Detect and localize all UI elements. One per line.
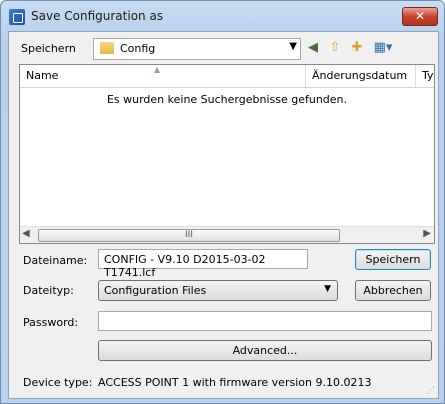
sort-arrow-icon: ▲ <box>154 65 161 74</box>
save-button[interactable]: Speichern <box>355 249 431 270</box>
chevron-down-icon: ▼ <box>324 284 331 294</box>
scroll-right-icon[interactable]: ▶ <box>423 228 431 239</box>
title-bar[interactable]: Save Configuration as ✕ <box>1 1 444 31</box>
password-field[interactable] <box>98 311 432 331</box>
column-name[interactable]: Name <box>20 65 304 87</box>
filetype-label: Dateityp: <box>23 284 74 297</box>
column-type[interactable]: Ty <box>416 65 434 87</box>
resize-grip-icon[interactable]: ⋰ <box>426 386 436 396</box>
filename-label: Dateiname: <box>23 254 88 267</box>
view-menu-icon[interactable]: ▦▾ <box>371 40 395 56</box>
device-type-label: Device type: <box>23 376 93 389</box>
up-folder-icon[interactable]: ⇧ <box>327 40 343 56</box>
password-label: Password: <box>23 316 79 329</box>
advanced-button[interactable]: Advanced... <box>98 340 432 361</box>
filename-value: CONFIG - V9.10 D2015-03-02 T1741.lcf <box>104 253 266 279</box>
new-folder-icon[interactable]: ✚ <box>349 40 365 56</box>
dialog-body: Speichern Config ▼ ◀ ⇧ ✚ ▦▾ Name ▲ Änder… <box>8 31 439 399</box>
filename-field[interactable]: CONFIG - V9.10 D2015-03-02 T1741.lcf <box>98 249 308 279</box>
window-title: Save Configuration as <box>31 9 164 23</box>
filetype-select[interactable]: Configuration Files ▼ <box>98 280 338 301</box>
device-type-value: ACCESS POINT 1 with firmware version 9.1… <box>98 376 372 389</box>
cancel-button[interactable]: Abbrechen <box>355 280 431 301</box>
save-in-label: Speichern <box>21 42 76 55</box>
back-icon[interactable]: ◀ <box>305 40 321 56</box>
folder-combo[interactable]: Config ▼ <box>93 38 301 60</box>
chevron-down-icon[interactable]: ▼ <box>289 41 297 52</box>
folder-name: Config <box>120 42 156 55</box>
column-modified[interactable]: Änderungsdatum <box>306 65 412 87</box>
list-header: Name ▲ Änderungsdatum Ty <box>20 65 434 88</box>
close-button[interactable]: ✕ <box>402 7 438 26</box>
scroll-left-icon[interactable]: ◀ <box>22 228 30 239</box>
app-icon <box>9 9 25 25</box>
save-dialog-window: Save Configuration as ✕ Speichern Config… <box>0 0 445 404</box>
scroll-thumb[interactable]: III <box>38 229 340 242</box>
file-list[interactable]: Name ▲ Änderungsdatum Ty Es wurden keine… <box>19 64 435 244</box>
horizontal-scrollbar[interactable]: ◀ III ▶ <box>20 226 434 243</box>
empty-message: Es wurden keine Suchergebnisse gefunden. <box>106 93 348 106</box>
filetype-value: Configuration Files <box>104 284 207 297</box>
folder-icon <box>100 42 114 54</box>
